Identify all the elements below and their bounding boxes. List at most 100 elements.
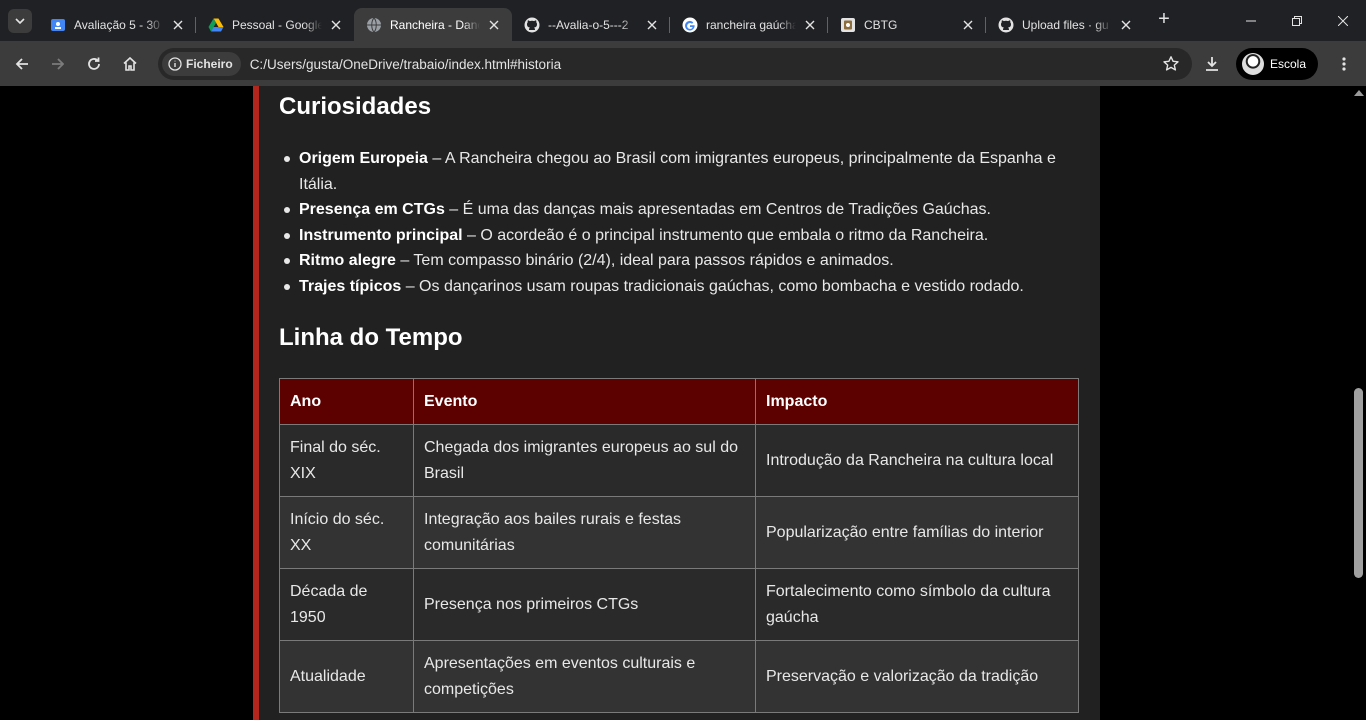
site-info-chip[interactable]: Ficheiro [162,52,241,76]
cell-ano: Atualidade [279,640,414,713]
google-classroom-icon [50,17,66,33]
list-item: Origem Europeia – A Rancheira chegou ao … [284,146,1079,197]
cell-ano: Final do séc. XIX [279,424,414,497]
arrow-left-icon [15,57,28,70]
cell-impacto: Preservação e valorização da tradição [755,640,1079,713]
tab-title: Rancheira - Dança [390,17,480,32]
download-icon [1205,56,1218,71]
tab-4[interactable]: rancheira gaúcha [670,8,828,41]
table-row: Década de 1950 Presença nos primeiros CTG… [279,568,1079,641]
home-icon [123,56,137,71]
table-header-row: Ano Evento Impacto [279,378,1079,425]
tab-title: Pessoal - Google Drive [232,17,322,32]
tab-search-button[interactable] [8,8,32,33]
tab-list: Avaliação 5 - 30 Pessoal - Google Drive Ra… [38,0,1144,41]
list-item-text: – O acordeão é o principal instrumento q… [462,226,989,244]
list-item-term: Origem Europeia [299,150,428,167]
list-item: Presença em CTGs – É uma das danças mais… [284,197,1079,223]
minimize-button[interactable] [1228,0,1274,41]
cell-impacto: Fortalecimento como símbolo da cultura g… [755,568,1079,641]
list-item-text: – Os dançarinos usam roupas tradicionais… [401,277,1024,295]
table-row: Final do séc. XIX Chegada dos imigrantes … [279,424,1079,497]
close-tab-icon[interactable] [170,17,186,33]
profile-button[interactable]: Escola [1235,47,1318,80]
forward-button[interactable] [42,48,74,80]
browser-toolbar: Ficheiro C:/Users/gusta/OneDrive/trabaio… [0,41,1366,86]
restore-icon [1292,15,1302,26]
tab-3[interactable]: --Avalia-o-5---2 [512,8,670,41]
bookmark-button[interactable] [1162,55,1180,78]
reload-button[interactable] [78,48,110,80]
close-tab-icon[interactable] [1118,17,1134,33]
close-tab-icon[interactable] [486,17,502,33]
tab-title: Upload files · gu [1022,17,1109,32]
page-scrollbar[interactable] [1351,86,1366,720]
tab-2[interactable]: Rancheira - Dança [354,8,512,41]
tab-title: --Avalia-o-5---2 [548,17,629,32]
tab-5[interactable]: CBTG [828,8,986,41]
cell-impacto: Introdução da Rancheira na cultura local [755,424,1079,497]
tab-strip: Avaliação 5 - 30 Pessoal - Google Drive Ra… [0,0,1366,41]
tab-title: Avaliação 5 - 30 [74,17,160,32]
timeline-table: Ano Evento Impacto Final do séc. XIX Cheg… [279,378,1079,713]
github-icon [524,17,540,33]
avatar [1241,52,1264,75]
google-icon [682,17,698,33]
tab-0[interactable]: Avaliação 5 - 30 [38,8,196,41]
menu-button[interactable] [1328,48,1360,80]
github-icon [998,17,1014,33]
cell-evento: Chegada dos imigrantes europeus ao sul d… [413,424,756,497]
home-button[interactable] [114,48,146,80]
tab-6[interactable]: Upload files · gu [986,8,1144,41]
reload-icon [88,57,100,70]
close-tab-icon[interactable] [802,17,818,33]
close-window-button[interactable] [1320,0,1366,41]
list-item: Ritmo alegre – Tem compasso binário (2/4… [284,248,1079,274]
tab-title: CBTG [864,17,898,32]
close-tab-icon[interactable] [960,17,976,33]
back-button[interactable] [6,48,38,80]
close-icon [1338,15,1348,26]
close-tab-icon[interactable] [644,17,660,33]
globe-icon [366,17,382,33]
chevron-down-icon [15,17,25,24]
url-text[interactable]: C:/Users/gusta/OneDrive/trabaio/index.ht… [250,57,561,72]
tab-title: rancheira gaúcha [706,17,796,32]
cell-ano: Década de 1950 [279,568,414,641]
address-bar[interactable]: Ficheiro C:/Users/gusta/OneDrive/trabaio… [158,48,1192,80]
historia-section: Curiosidades Origem Europeia – A Ranchei… [253,86,1100,720]
toolbar-right: Escola [1192,41,1366,86]
scroll-up-arrow-icon[interactable] [1354,90,1364,96]
profile-label: Escola [1269,56,1306,71]
google-drive-icon [208,17,224,33]
tab-1[interactable]: Pessoal - Google Drive [196,8,354,41]
minimize-icon [1246,20,1256,21]
window-controls [1228,0,1366,41]
arrow-right-icon [52,57,65,70]
info-icon [168,57,182,71]
timeline-heading: Linha do Tempo [279,324,463,351]
scrollbar-thumb[interactable] [1354,388,1363,578]
list-item-term: Ritmo alegre [299,252,396,269]
cell-ano: Início do séc. XX [279,496,414,569]
curiosidades-heading: Curiosidades [279,93,432,120]
list-item-text: – É uma das danças mais apresentadas em … [444,201,991,218]
kebab-menu-icon [1342,56,1346,71]
list-item: Instrumento principal – O acordeão é o p… [284,223,1079,249]
page-viewport: Curiosidades Origem Europeia – A Ranchei… [0,86,1366,720]
timeline-table-body: Final do séc. XIX Chegada dos imigrantes … [279,424,1079,713]
list-item-term: Presença em CTGs [299,201,445,218]
list-item-term: Instrumento principal [299,226,463,244]
column-header-impacto: Impacto [755,378,1079,425]
list-item-term: Trajes típicos [299,277,402,295]
restore-button[interactable] [1274,0,1320,41]
downloads-button[interactable] [1196,48,1228,80]
cell-evento: Integração aos bailes rurais e festas co… [413,496,756,569]
list-item-text: – Tem compasso binário (2/4), ideal para… [395,252,894,269]
new-tab-button[interactable]: + [1150,5,1178,33]
site-chip-label: Ficheiro [186,57,233,71]
cbtg-logo-icon [840,17,856,33]
cell-evento: Presença nos primeiros CTGs [413,568,756,641]
cell-impacto: Popularização entre famílias do interior [755,496,1079,569]
close-tab-icon[interactable] [328,17,344,33]
